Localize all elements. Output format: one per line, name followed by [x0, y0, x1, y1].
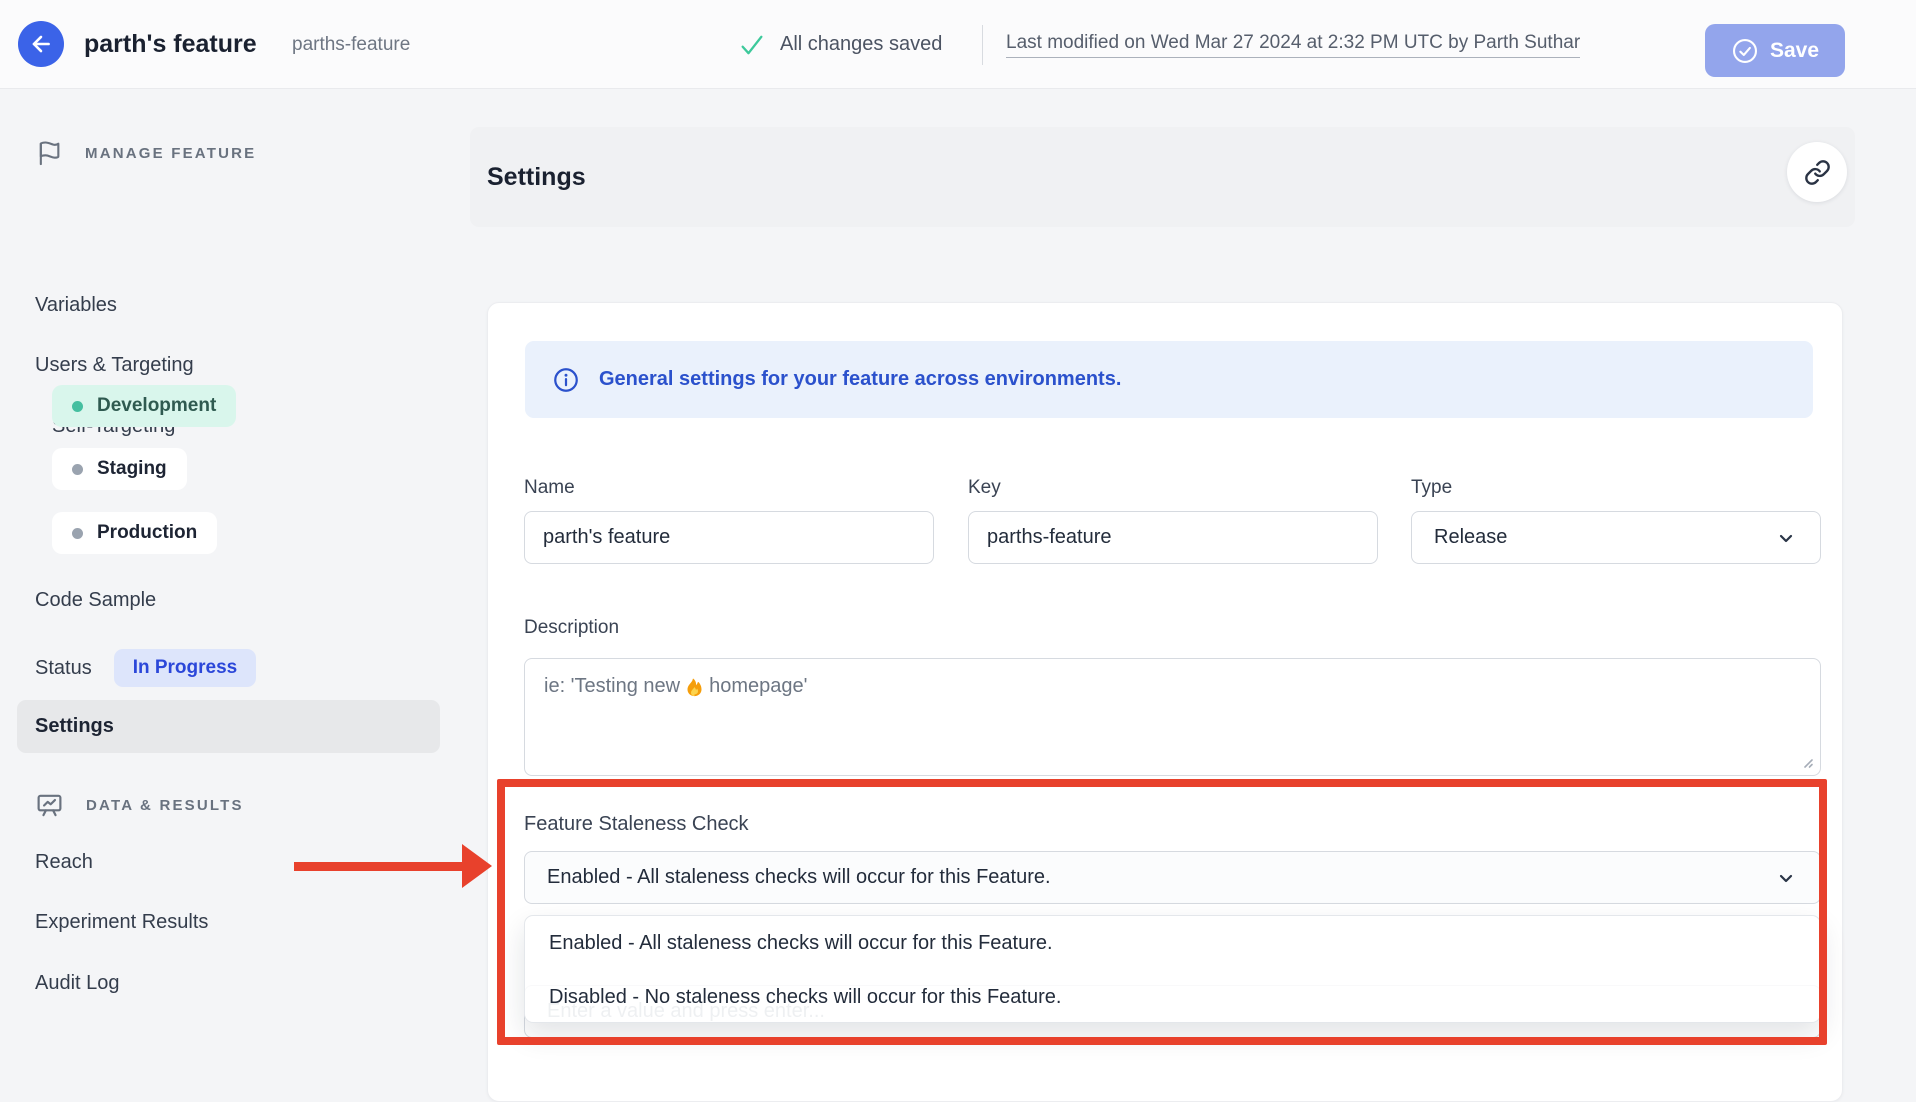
environment-badge-development[interactable]: Development — [52, 385, 236, 427]
staleness-dropdown-menu: Enabled - All staleness checks will occu… — [524, 915, 1821, 1023]
sidebar-item-reach[interactable]: Reach — [35, 845, 93, 879]
feature-key: parths-feature — [292, 0, 410, 89]
status-row: Status In Progress — [35, 647, 256, 689]
type-select-value: Release — [1434, 526, 1507, 549]
environment-dot-icon — [72, 401, 83, 412]
save-button[interactable]: Save — [1705, 24, 1845, 77]
environment-dot-icon — [72, 464, 83, 475]
last-modified-text: Last modified on Wed Mar 27 2024 at 2:32… — [1006, 32, 1580, 58]
environment-label: Staging — [97, 458, 167, 480]
staleness-select-value: Enabled - All staleness checks will occu… — [547, 866, 1051, 889]
type-label: Type — [1411, 477, 1452, 499]
presentation-chart-icon — [35, 791, 64, 820]
sidebar-item-settings[interactable]: Settings — [17, 700, 440, 753]
main-content: Settings General settings for your featu… — [470, 89, 1916, 1070]
settings-header-panel: Settings — [470, 127, 1855, 227]
info-banner-text: General settings for your feature across… — [599, 368, 1121, 391]
flame-icon — [684, 675, 705, 698]
flag-icon — [35, 139, 63, 167]
manage-feature-label: MANAGE FEATURE — [85, 145, 256, 162]
staleness-select[interactable]: Enabled - All staleness checks will occu… — [524, 851, 1821, 904]
sidebar: MANAGE FEATURE Variables Users & Targeti… — [0, 89, 470, 1070]
copy-link-button[interactable] — [1787, 142, 1847, 202]
check-icon — [738, 31, 766, 59]
settings-panel-title: Settings — [487, 127, 586, 227]
sidebar-item-code-sample[interactable]: Code Sample — [35, 583, 156, 617]
staleness-option-enabled[interactable]: Enabled - All staleness checks will occu… — [525, 916, 1820, 970]
name-label: Name — [524, 477, 575, 499]
arrow-left-icon — [28, 31, 54, 57]
staleness-option-disabled[interactable]: Disabled - No staleness checks will occu… — [525, 970, 1820, 1023]
name-field[interactable] — [524, 511, 934, 564]
circle-check-icon — [1731, 37, 1759, 65]
description-placeholder: ie: 'Testing new homepage' — [544, 675, 807, 698]
topbar: parth's feature parths-feature All chang… — [0, 0, 1916, 89]
link-icon — [1804, 159, 1831, 186]
environment-dot-icon — [72, 528, 83, 539]
status-badge[interactable]: In Progress — [114, 649, 257, 687]
data-results-label: DATA & RESULTS — [86, 797, 244, 814]
save-button-label: Save — [1770, 39, 1819, 63]
key-field[interactable] — [968, 511, 1378, 564]
description-label: Description — [524, 617, 619, 639]
status-label: Status — [35, 657, 92, 680]
environment-label: Development — [97, 395, 216, 417]
saved-status: All changes saved — [780, 0, 942, 89]
topbar-divider — [982, 25, 983, 65]
environment-label: Production — [97, 522, 197, 544]
page-title: parth's feature — [84, 0, 257, 89]
description-textarea[interactable]: ie: 'Testing new homepage' — [524, 658, 1821, 776]
manage-feature-section: MANAGE FEATURE — [35, 139, 256, 167]
settings-card: General settings for your feature across… — [487, 302, 1843, 1102]
sidebar-item-users-targeting[interactable]: Users & Targeting — [35, 348, 194, 382]
data-results-section: DATA & RESULTS — [35, 791, 244, 820]
staleness-label: Feature Staleness Check — [524, 813, 749, 836]
sidebar-item-audit-log[interactable]: Audit Log — [35, 966, 120, 1000]
chevron-down-icon — [1774, 866, 1798, 890]
chevron-down-icon — [1774, 526, 1798, 550]
description-placeholder-after: homepage' — [709, 675, 807, 698]
info-icon — [552, 366, 580, 394]
info-banner: General settings for your feature across… — [525, 341, 1813, 418]
environment-badge-staging[interactable]: Staging — [52, 448, 187, 490]
key-label: Key — [968, 477, 1001, 499]
type-select[interactable]: Release — [1411, 511, 1821, 564]
description-placeholder-before: ie: 'Testing new — [544, 675, 680, 698]
sidebar-item-experiment-results[interactable]: Experiment Results — [35, 905, 208, 939]
sidebar-item-variables[interactable]: Variables — [35, 288, 117, 322]
back-button[interactable] — [18, 21, 64, 67]
last-modified[interactable]: Last modified on Wed Mar 27 2024 at 2:32… — [1006, 0, 1580, 89]
environment-badge-production[interactable]: Production — [52, 512, 217, 554]
resize-grip-icon[interactable] — [1792, 747, 1816, 771]
